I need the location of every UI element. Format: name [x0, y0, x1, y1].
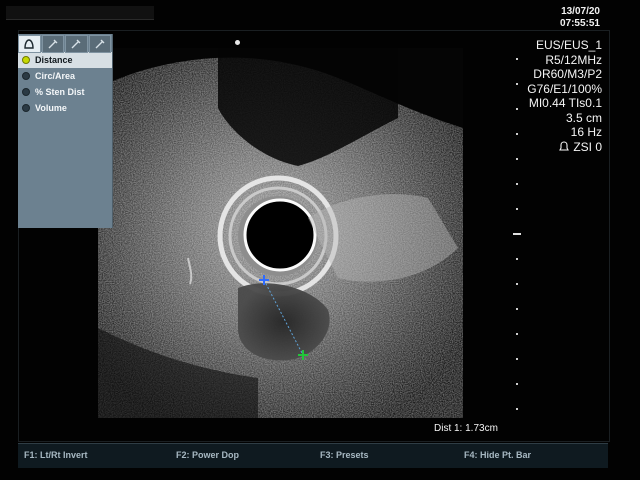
param-probe: R5/12MHz	[545, 52, 602, 67]
caliper-icon[interactable]	[65, 35, 88, 53]
measurement-panel: Distance Circ/Area % Sten Dist Volume	[18, 34, 113, 228]
menu-item-volume[interactable]: Volume	[18, 100, 112, 116]
patient-name-redacted	[6, 6, 154, 20]
bullet-icon	[22, 72, 30, 80]
probe-icon[interactable]	[18, 35, 41, 53]
caliper-icon[interactable]	[41, 35, 64, 53]
ultrasound-image-svg	[98, 48, 463, 418]
menu-item-distance[interactable]: Distance	[18, 52, 112, 68]
param-depth: 3.5 cm	[565, 110, 602, 125]
ultrasound-image[interactable]	[98, 48, 463, 418]
date-time: 13/07/20 07:55:51	[560, 6, 600, 30]
focus-marker	[235, 40, 240, 45]
date-text: 13/07/20	[561, 6, 600, 17]
fkey-power-dop[interactable]: F2: Power Dop	[176, 450, 239, 460]
fkey-hide-pt-bar[interactable]: F4: Hide Pt. Bar	[464, 450, 531, 460]
menu-item-label: Volume	[35, 103, 67, 113]
bullet-icon	[22, 88, 30, 96]
param-dynamic: DR60/M3/P2	[533, 67, 602, 81]
fkey-presets[interactable]: F3: Presets	[320, 450, 369, 460]
imaging-parameters: EUS/EUS_1 R5/12MHz DR60/M3/P2 G76/E1/100…	[527, 38, 602, 156]
bullet-icon	[22, 104, 30, 112]
time-text: 07:55:51	[559, 18, 600, 29]
menu-item-label: % Sten Dist	[35, 87, 85, 97]
tool-tabs	[18, 34, 112, 53]
menu-item-label: Circ/Area	[35, 71, 76, 81]
function-key-bar: F1: Lt/Rt Invert F2: Power Dop F3: Prese…	[18, 443, 608, 468]
param-gain: G76/E1/100%	[527, 81, 602, 96]
depth-scale	[513, 58, 521, 410]
menu-item-sten-dist[interactable]: % Sten Dist	[18, 84, 112, 100]
bullet-icon	[22, 56, 30, 64]
param-zsi-row: ZSI 0	[558, 140, 602, 155]
param-frame-rate: 16 Hz	[570, 125, 602, 139]
param-mode: EUS/EUS_1	[535, 38, 602, 52]
caliper-icon[interactable]	[88, 35, 111, 53]
param-zsi: ZSI 0	[573, 139, 602, 154]
menu-item-circ-area[interactable]: Circ/Area	[18, 68, 112, 84]
fkey-lt-rt-invert[interactable]: F1: Lt/Rt Invert	[24, 450, 88, 460]
bell-icon	[559, 141, 570, 151]
param-mi-tis: MI0.44 TIs0.1	[528, 96, 602, 110]
menu-item-label: Distance	[35, 55, 73, 65]
distance-readout: Dist 1: 1.73cm	[434, 423, 498, 434]
ultrasound-screen: 13/07/20 07:55:51 Distance Circ/Area % S…	[0, 0, 640, 480]
